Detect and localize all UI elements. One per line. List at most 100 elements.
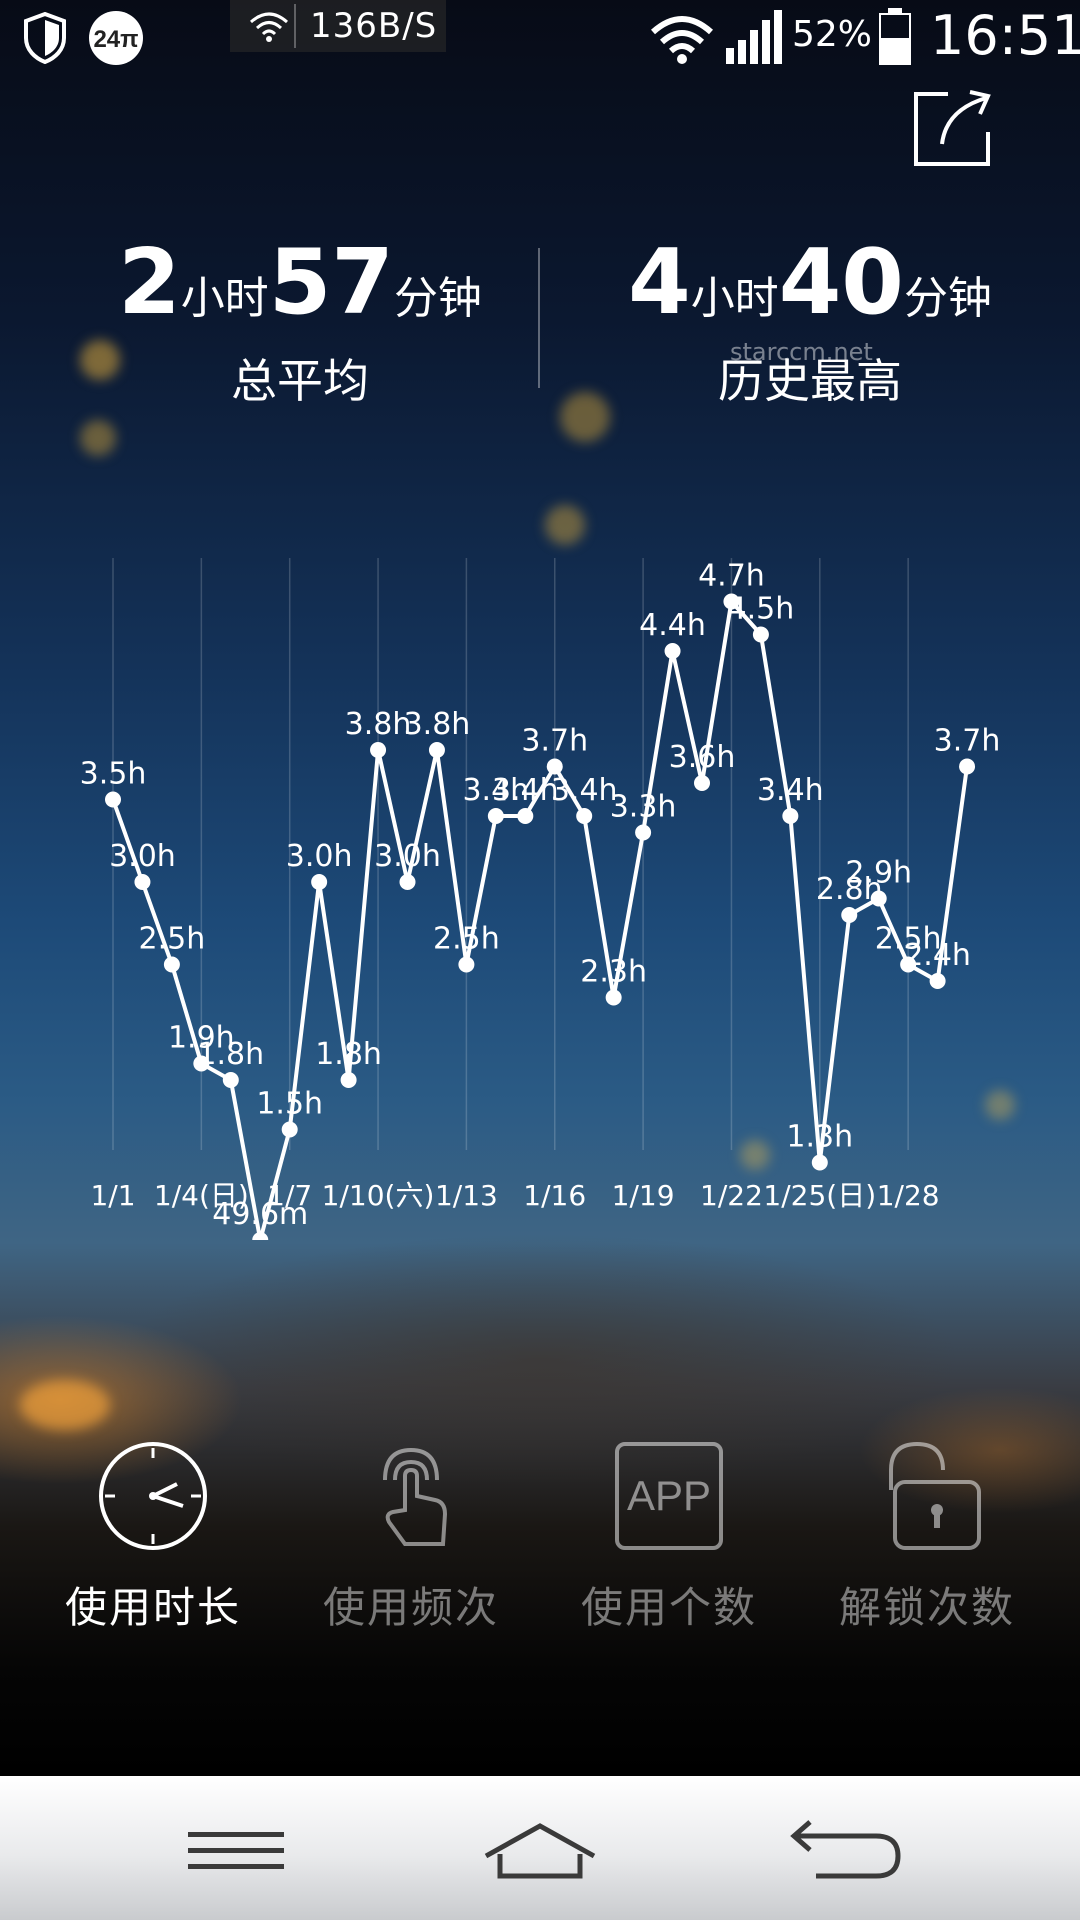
highest-minutes-unit: 分钟 [903, 273, 992, 324]
navigation-bar [0, 1776, 1080, 1920]
chart-point [281, 1121, 298, 1138]
net-speed-text: 136B/S [310, 6, 438, 46]
chart-point [340, 1072, 357, 1088]
battery-percent: 52% [792, 14, 873, 55]
chart-data-label: 3.8h [404, 707, 471, 742]
chart-point [664, 643, 681, 659]
bokeh-light [20, 1380, 110, 1430]
average-minutes: 57 [268, 230, 394, 335]
shield-icon [24, 12, 66, 64]
battery-icon [879, 8, 911, 65]
chart-data-label: 4.5h [728, 592, 795, 627]
x-tick-label: 1/22 [700, 1179, 763, 1212]
chart-data-label: 4.4h [639, 608, 706, 643]
24-badge-icon: 24π [89, 11, 143, 65]
chart-point [252, 1232, 269, 1240]
chart-point [959, 758, 976, 775]
chart-data-label: 1.8h [315, 1037, 382, 1072]
chart-data-label: 1.3h [786, 1120, 853, 1155]
clock-icon [99, 1442, 207, 1550]
x-tick-label: 1/25(日) [763, 1179, 876, 1212]
chart-point [428, 742, 445, 758]
chart-data-label: 2.5h [433, 922, 500, 957]
usage-line-chart: 1/1 1/4(日) 1/7 1/10(六) 1/13 1/16 1/19 1/22 1/25(… [80, 558, 1001, 1240]
menu-icon[interactable] [168, 1812, 308, 1892]
chart-data-label: 3.0h [109, 839, 176, 874]
average-stat: 2小时57分钟 总平均 [90, 230, 510, 411]
chart-point [752, 626, 769, 643]
tab-unlock-count[interactable]: 解锁次数 [812, 1440, 1042, 1635]
tab-usage-duration[interactable]: 使用时长 [38, 1440, 268, 1635]
chart-point [370, 742, 387, 758]
tab-label: 使用个数 [580, 1583, 757, 1632]
touch-icon [383, 1447, 448, 1546]
chart-data-label: 3.7h [521, 724, 588, 759]
chart-point [811, 1154, 828, 1171]
chart-point [929, 973, 946, 989]
wifi-small-icon [250, 12, 288, 42]
average-hours-unit: 小时 [180, 273, 269, 324]
watermark: starccm.net [730, 338, 873, 366]
bokeh-light [80, 420, 116, 456]
chart-data-label: 49.6m [212, 1197, 308, 1232]
tab-label: 解锁次数 [838, 1583, 1015, 1632]
highest-hours: 4 [628, 230, 691, 335]
chart-point [487, 808, 504, 824]
tab-label: 使用频次 [322, 1583, 499, 1632]
x-tick-label: 1/19 [612, 1179, 675, 1212]
chart-data-label: 3.7h [934, 724, 1001, 759]
chart-point [458, 956, 475, 973]
app-icon-text: APP [627, 1472, 711, 1519]
chart-data-label: 4.7h [698, 559, 765, 594]
chart-data-label: 3.0h [374, 839, 441, 874]
chart-point [694, 775, 710, 791]
chart-point [841, 907, 858, 923]
average-hours: 2 [118, 230, 181, 335]
wifi-icon [650, 16, 714, 64]
chart-data-label: 3.5h [80, 757, 147, 792]
chart-point [311, 874, 328, 890]
highest-minutes: 40 [778, 230, 904, 335]
chart-data-label: 2.4h [904, 938, 971, 973]
chart-data-label: 3.3h [610, 790, 677, 825]
chart-point [605, 989, 622, 1006]
x-tick-label: 1/10(六) [322, 1179, 435, 1212]
chart-data-label: 1.5h [256, 1087, 323, 1122]
chart-data-label: 3.0h [286, 839, 353, 874]
clock: 16:51 [930, 4, 1080, 67]
chart-data-label: 3.8h [345, 707, 412, 742]
chart-data-label: 3.6h [669, 740, 736, 775]
chart-point [222, 1072, 239, 1088]
chart-data-label: 3.4h [757, 773, 824, 808]
tab-app-count[interactable]: APP 使用个数 [554, 1440, 784, 1635]
x-tick-label: 1/13 [435, 1179, 498, 1212]
signal-icon [726, 10, 782, 64]
app-icon: APP [615, 1442, 723, 1550]
unlock-icon [889, 1441, 981, 1550]
chart-point [134, 874, 151, 890]
chart-point [870, 890, 887, 907]
average-minutes-unit: 分钟 [393, 273, 482, 324]
average-caption: 总平均 [231, 354, 369, 408]
tab-label: 使用时长 [64, 1583, 241, 1632]
chart-point [635, 824, 652, 841]
share-icon[interactable] [912, 88, 994, 170]
chart-point [105, 791, 121, 808]
tab-usage-frequency[interactable]: 使用频次 [296, 1440, 526, 1635]
back-icon[interactable] [776, 1812, 916, 1892]
stat-divider [538, 248, 540, 388]
chart-data-label: 2.3h [580, 955, 647, 990]
chart-point [163, 956, 180, 973]
chart-data-label: 3.4h [551, 773, 618, 808]
highest-stat: 4小时40分钟 历史最高 [600, 230, 1020, 411]
chart-data-label: 1.8h [197, 1037, 264, 1072]
chart-data-label: 2.5h [139, 922, 206, 957]
home-icon[interactable] [470, 1812, 610, 1892]
status-bar: 24π 136B/S 52% 16:51 [0, 0, 1080, 76]
chart-point [576, 808, 593, 824]
highest-hours-unit: 小时 [690, 273, 779, 324]
chart-point [517, 808, 534, 824]
chart-point [782, 808, 799, 824]
chart-point [399, 874, 416, 890]
x-tick-label: 1/1 [90, 1179, 135, 1212]
